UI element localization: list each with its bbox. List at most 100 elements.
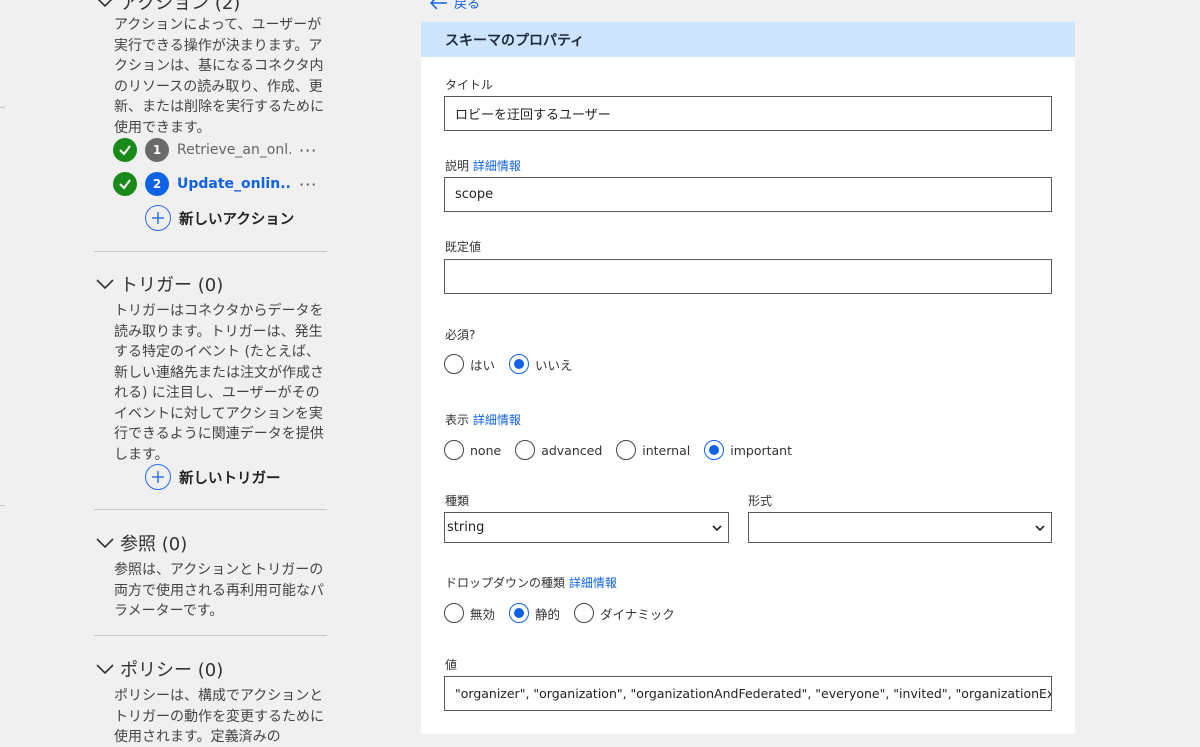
references-section-header[interactable]: 参照 (0) <box>94 530 327 556</box>
dropdown-type-radio-group: 無効 静的 ダイナミック <box>444 603 689 623</box>
visibility-radio-advanced[interactable]: advanced <box>515 440 602 460</box>
left-pane: アクション (2) アクションによって、ユーザーが実行できる操作が決まります。ア… <box>0 0 420 747</box>
action-name[interactable]: Update_onlin... <box>177 176 291 192</box>
radio-circle-checked <box>704 440 725 460</box>
default-value-label: 既定値 <box>445 240 482 254</box>
radio-label: いいえ <box>535 357 573 373</box>
values-label: 値 <box>445 658 458 672</box>
type-select[interactable]: string <box>444 512 729 543</box>
action-number-badge: 1 <box>145 138 169 162</box>
dropdown-type-label: ドロップダウンの種類 詳細情報 <box>445 574 617 591</box>
radio-label: 静的 <box>535 606 561 622</box>
radio-circle <box>444 440 464 460</box>
edge-tick <box>0 505 5 506</box>
dropdown-radio-static[interactable]: 静的 <box>509 603 560 623</box>
plus-circle-icon <box>145 464 171 490</box>
divider <box>94 509 327 510</box>
dropdown-type-label-text: ドロップダウンの種類 <box>445 576 566 590</box>
visibility-radio-important[interactable]: important <box>704 440 792 460</box>
edge-tick <box>0 107 5 108</box>
visibility-radio-none[interactable]: none <box>444 440 501 460</box>
back-link[interactable]: 戻る <box>430 0 480 12</box>
type-select-value: string <box>447 520 485 535</box>
radio-label: advanced <box>541 442 603 458</box>
visibility-label: 表示 詳細情報 <box>445 411 521 428</box>
policies-description: ポリシーは、構成でアクションとトリガーの動作を変更するために使用されます。定義済… <box>114 688 324 745</box>
title-input[interactable]: ロビーを迂回するユーザー <box>444 96 1052 131</box>
plus-circle-icon <box>145 205 171 231</box>
description-input[interactable]: scope <box>444 177 1052 212</box>
action-number-badge: 2 <box>145 172 169 196</box>
chevron-down-icon <box>96 664 114 675</box>
back-label: 戻る <box>454 0 481 12</box>
more-options-icon[interactable]: ··· <box>299 175 317 194</box>
triggers-section-header[interactable]: トリガー (0) <box>94 271 327 297</box>
references-section-title: 参照 (0) <box>120 534 188 555</box>
divider <box>94 251 327 252</box>
actions-section-title: アクション (2) <box>120 0 241 14</box>
card-header: スキーマのプロパティ <box>421 22 1075 57</box>
dropdown-radio-dynamic[interactable]: ダイナミック <box>574 603 675 623</box>
dropdown-radio-disabled[interactable]: 無効 <box>444 603 495 623</box>
new-action-button[interactable]: 新しいアクション <box>145 205 294 231</box>
description-label: 説明 詳細情報 <box>445 157 521 174</box>
action-name[interactable]: Retrieve_an_onl... <box>177 142 291 158</box>
radio-circle-checked <box>509 603 530 623</box>
radio-label: none <box>470 442 502 458</box>
radio-circle <box>515 440 536 460</box>
policies-section-header[interactable]: ポリシー (0) <box>94 656 327 682</box>
visibility-radio-internal[interactable]: internal <box>616 440 690 460</box>
chevron-down-icon <box>96 279 114 290</box>
chevron-down-icon <box>96 538 114 549</box>
radio-label: はい <box>470 357 496 373</box>
required-radio-no[interactable]: いいえ <box>509 354 573 374</box>
actions-section: アクション (2) アクションによって、ユーザーが実行できる操作が決まります。ア… <box>94 0 327 138</box>
radio-circle <box>574 603 595 623</box>
check-circle-icon <box>113 172 137 196</box>
radio-circle <box>444 603 464 623</box>
triggers-description: トリガーはコネクタからデータを読み取ります。トリガーは、発生する特定のイベント … <box>114 303 324 463</box>
action-item-selected[interactable]: 2 Update_onlin... ··· <box>113 171 328 197</box>
radio-label: internal <box>642 442 691 458</box>
new-trigger-label: 新しいトリガー <box>179 470 281 487</box>
references-description: 参照は、アクションとトリガーの両方で使用される再利用可能なパラメーターです。 <box>114 562 324 619</box>
actions-section-header[interactable]: アクション (2) <box>94 0 327 15</box>
values-input[interactable]: "organizer", "organization", "organizati… <box>444 676 1052 711</box>
required-label: 必須? <box>445 328 476 342</box>
schema-properties-card: スキーマのプロパティ タイトル ロビーを迂回するユーザー 説明 詳細情報 sco… <box>421 22 1075 734</box>
new-action-label: 新しいアクション <box>179 211 295 228</box>
arrow-left-icon <box>430 0 447 10</box>
description-label-text: 説明 <box>445 159 470 173</box>
action-item[interactable]: 1 Retrieve_an_onl... ··· <box>113 137 328 163</box>
radio-circle-checked <box>509 354 530 374</box>
check-circle-icon <box>113 138 137 162</box>
radio-label: 無効 <box>470 606 496 622</box>
visibility-radio-group: none advanced internal important <box>444 440 806 460</box>
chevron-down-icon <box>97 0 113 8</box>
divider <box>94 635 327 636</box>
default-value-input[interactable] <box>444 259 1052 294</box>
type-label: 種類 <box>445 494 470 508</box>
radio-label: ダイナミック <box>600 606 675 622</box>
radio-label: important <box>730 442 792 458</box>
radio-circle <box>444 354 464 374</box>
actions-description: アクションによって、ユーザーが実行できる操作が決まります。アクションは、基になる… <box>114 17 324 136</box>
policies-section: ポリシー (0) ポリシーは、構成でアクションとトリガーの動作を変更するために使… <box>94 656 327 747</box>
references-section: 参照 (0) 参照は、アクションとトリガーの両方で使用される再利用可能なパラメー… <box>94 530 327 622</box>
description-learn-more-link[interactable]: 詳細情報 <box>473 159 521 173</box>
visibility-learn-more-link[interactable]: 詳細情報 <box>473 413 521 427</box>
new-trigger-button[interactable]: 新しいトリガー <box>145 464 281 490</box>
dropdown-type-learn-more-link[interactable]: 詳細情報 <box>569 576 617 590</box>
visibility-label-text: 表示 <box>445 413 470 427</box>
chevron-down-icon <box>1035 525 1045 532</box>
title-label: タイトル <box>445 78 494 92</box>
triggers-section: トリガー (0) トリガーはコネクタからデータを読み取ります。トリガーは、発生す… <box>94 271 327 465</box>
policies-section-title: ポリシー (0) <box>120 660 224 681</box>
format-label: 形式 <box>748 494 773 508</box>
radio-circle <box>616 440 637 460</box>
more-options-icon[interactable]: ··· <box>299 141 317 160</box>
format-select[interactable] <box>748 512 1052 543</box>
required-radio-group: はい いいえ <box>444 354 587 374</box>
required-radio-yes[interactable]: はい <box>444 354 495 374</box>
chevron-down-icon <box>712 525 722 532</box>
